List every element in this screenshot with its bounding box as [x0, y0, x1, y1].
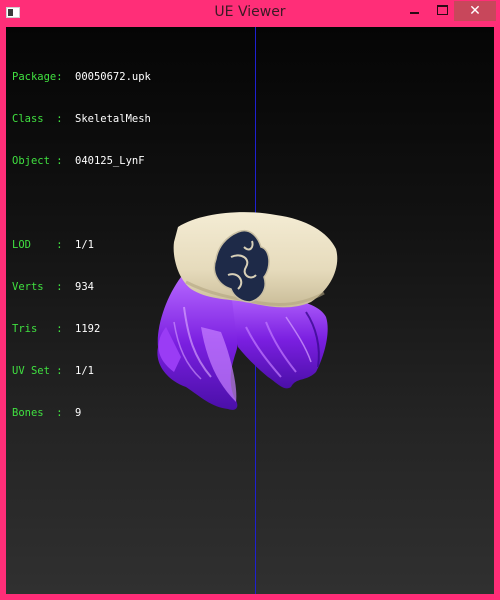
title-bar[interactable]: UE Viewer ✕ [0, 0, 500, 26]
info-uvset: UV Set :1/1 [12, 365, 94, 377]
info-lod: LOD :1/1 [12, 239, 94, 251]
minimize-button[interactable] [400, 1, 428, 21]
info-bones: Bones :9 [12, 407, 82, 419]
info-package: Package: 00050672.upk [12, 71, 151, 83]
close-icon: ✕ [469, 3, 481, 19]
info-object: Object :040125_LynF [12, 155, 145, 167]
app-window: UE Viewer ✕ Package: 00050672.upk Class … [0, 0, 500, 600]
maximize-icon [436, 4, 448, 15]
mesh-info-panel: Package: 00050672.upk Class : SkeletalMesh… [12, 42, 151, 448]
3d-viewport[interactable]: Package: 00050672.upk Class : SkeletalMesh… [6, 27, 494, 594]
close-button[interactable]: ✕ [454, 1, 496, 21]
info-class: Class : SkeletalMesh [12, 113, 151, 125]
maximize-button[interactable] [428, 1, 456, 21]
info-tris: Tris :1192 [12, 323, 101, 335]
info-verts: Verts :934 [12, 281, 94, 293]
minimize-icon [409, 11, 419, 14]
